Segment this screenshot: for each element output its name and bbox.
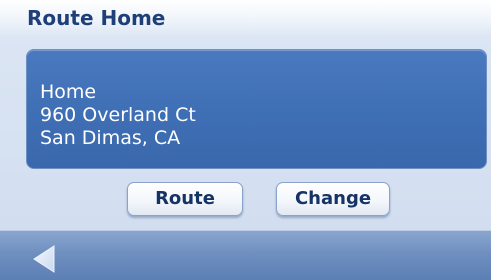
address-name: Home: [40, 81, 97, 103]
change-button[interactable]: Change: [276, 182, 390, 216]
header-bar: Route Home: [0, 0, 491, 36]
footer-bar: [0, 230, 491, 280]
page-title: Route Home: [27, 6, 166, 30]
content-area: Home 960 Overland Ct San Dimas, CA Route…: [0, 36, 491, 230]
address-panel: Home 960 Overland Ct San Dimas, CA: [26, 49, 487, 169]
address-street: 960 Overland Ct: [40, 104, 196, 126]
back-button[interactable]: [30, 243, 60, 275]
screen-edge: [491, 0, 501, 280]
route-home-screen: Route Home Home 960 Overland Ct San Dima…: [0, 0, 491, 280]
address-city-state: San Dimas, CA: [40, 127, 181, 149]
route-button[interactable]: Route: [127, 182, 243, 216]
back-arrow-icon: [33, 245, 55, 273]
